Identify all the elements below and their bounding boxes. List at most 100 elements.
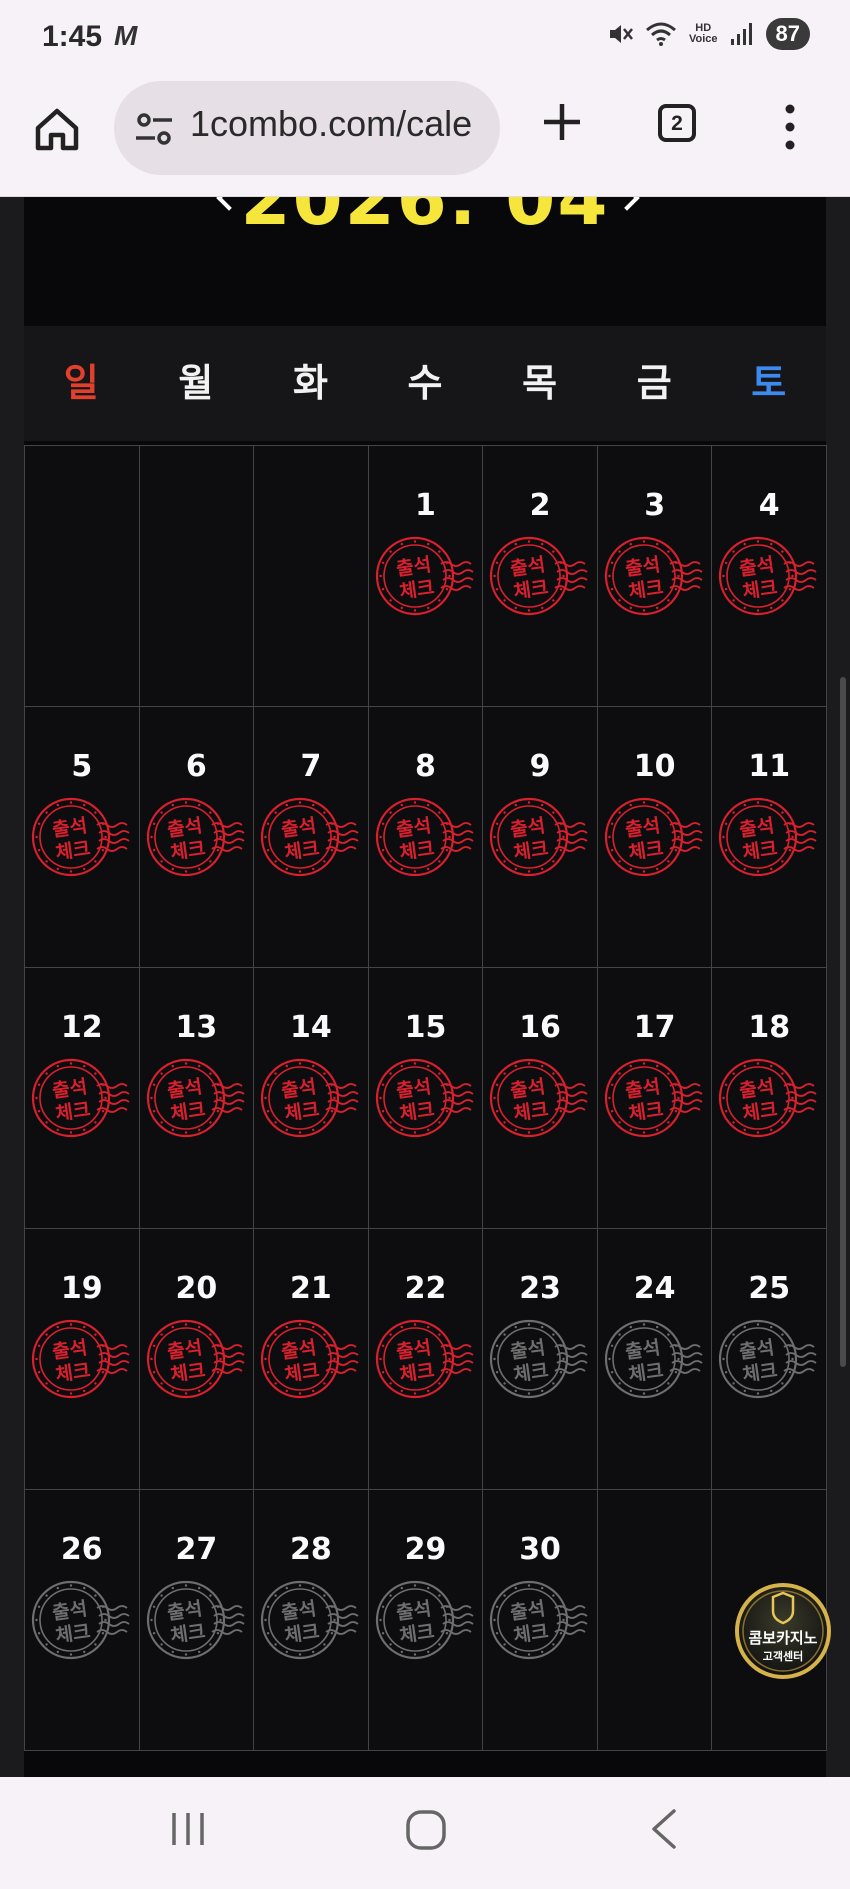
browser-toolbar: 1combo.com/cale 2 (0, 78, 850, 197)
calendar-day-cell[interactable]: 9 출석 체크 (483, 707, 598, 968)
stamp-text-line2: 체크 (512, 1621, 550, 1648)
calendar-day-cell[interactable]: 13 출석 체크 (139, 968, 255, 1229)
calendar-day-cell[interactable]: 20 출석 체크 (139, 1229, 255, 1490)
calendar-day-cell[interactable]: 19 출석 체크 (25, 1229, 140, 1490)
calendar-day-cell[interactable]: 10 출석 체크 (597, 707, 713, 968)
stamp-text-line2: 체크 (283, 838, 321, 865)
attendance-stamp-icon: 출석체크 (31, 1058, 130, 1138)
stamp-text-line2: 체크 (54, 1621, 92, 1648)
calendar-card: 2026. 04 일 월 화 수 목 금 토 1 출석 체크 2 출석 체크 3 출석 체크 4 출석 체크 5 출석… (24, 197, 827, 1777)
calendar-day-cell[interactable]: 14 출석 체크 (254, 968, 369, 1229)
calendar-day-cell[interactable]: 21 출석 체크 (254, 1229, 369, 1490)
calendar-day-cell[interactable]: 4 출석 체크 (712, 446, 827, 707)
url-text[interactable]: 1combo.com/cale (190, 103, 472, 145)
weekday-label: 월 (178, 361, 214, 405)
more-vert-icon[interactable] (780, 102, 800, 152)
calendar-day-cell[interactable]: 27 출석 체크 (139, 1490, 255, 1751)
address-bar[interactable]: 1combo.com/cale (114, 81, 500, 175)
day-number: 20 (175, 1271, 218, 1306)
attendance-stamp-icon: 출석체크 (719, 797, 817, 877)
calendar-day-cell[interactable]: 24 출석 체크 (597, 1229, 713, 1490)
stamp-text-line2: 체크 (627, 577, 665, 604)
calendar-day-cell[interactable]: 26 출석 체크 (25, 1490, 140, 1751)
stamp-text-line2: 체크 (283, 1621, 321, 1648)
day-number: 21 (290, 1271, 332, 1306)
hd-voice-icon: HD Voice (689, 23, 718, 45)
calendar-day-cell[interactable]: 6 출석 체크 (139, 707, 255, 968)
support-badge[interactable]: 콤보카지노 고객센터 (735, 1583, 831, 1679)
calendar-day-cell[interactable]: 25 출석 체크 (712, 1229, 827, 1490)
calendar-day-cell[interactable]: 8 출석 체크 (368, 707, 484, 968)
calendar-empty-cell (254, 446, 369, 707)
attendance-stamp-icon: 출석체크 (375, 536, 474, 616)
calendar-day-cell[interactable]: 17 출석 체크 (597, 968, 713, 1229)
day-number: 27 (175, 1532, 218, 1567)
tabs-button[interactable]: 2 (658, 104, 696, 142)
calendar-day-cell[interactable]: 29 출석 체크 (368, 1490, 484, 1751)
stamp-text-line2: 체크 (627, 838, 665, 865)
attendance-stamp-icon: 출석체크 (261, 1580, 359, 1660)
calendar-day-cell[interactable]: 15 출석 체크 (368, 968, 484, 1229)
weekday-label: 목 (522, 361, 558, 405)
battery-level: 87 (765, 18, 810, 50)
wifi-icon (646, 22, 676, 46)
stamp-text-line2: 체크 (398, 1099, 436, 1126)
attendance-stamp-icon: 출석체크 (719, 1319, 817, 1399)
signal-icon (730, 23, 752, 45)
attendance-stamp-icon: 출석체크 (261, 1058, 359, 1138)
calendar-day-cell[interactable]: 1 출석 체크 (368, 446, 484, 707)
attendance-stamp-icon: 출석체크 (375, 1580, 474, 1660)
attendance-stamp-icon: 출석체크 (375, 797, 474, 877)
attendance-stamp-icon: 출석체크 (719, 1058, 817, 1138)
attendance-stamp-icon: 출석체크 (604, 1319, 703, 1399)
calendar-day-cell[interactable]: 7 출석 체크 (254, 707, 369, 968)
attendance-stamp-icon: 출석체크 (31, 797, 130, 877)
calendar-day-cell[interactable]: 16 출석 체크 (483, 968, 598, 1229)
recents-icon[interactable] (168, 1809, 208, 1849)
day-number: 7 (300, 749, 322, 784)
attendance-stamp-icon: 출석체크 (604, 1058, 703, 1138)
calendar-day-cell[interactable]: 30 출석 체크 (483, 1490, 598, 1751)
day-number: 3 (644, 488, 666, 523)
calendar-day-cell[interactable]: 28 출석 체크 (254, 1490, 369, 1751)
home-icon[interactable] (32, 104, 82, 154)
stamp-text-line2: 체크 (742, 1099, 780, 1126)
attendance-stamp-icon: 출석체크 (146, 1319, 245, 1399)
voice-label: Voice (688, 33, 718, 45)
calendar-day-cell[interactable]: 18 출석 체크 (712, 968, 827, 1229)
attendance-stamp-icon: 출석체크 (604, 536, 703, 616)
day-number: 28 (290, 1532, 332, 1567)
day-number: 19 (60, 1271, 103, 1306)
day-number: 29 (404, 1532, 447, 1567)
calendar-day-cell[interactable]: 3 출석 체크 (597, 446, 713, 707)
calendar-empty-cell (25, 446, 140, 707)
day-number: 9 (529, 749, 551, 784)
calendar-day-cell[interactable]: 2 출석 체크 (483, 446, 598, 707)
stamp-text-line2: 체크 (512, 1099, 550, 1126)
stamp-text-line2: 체크 (742, 1360, 780, 1387)
attendance-stamp-icon: 출석체크 (31, 1319, 130, 1399)
weekday-label: 금 (636, 361, 672, 405)
calendar-day-cell[interactable]: 5 출석 체크 (25, 707, 140, 968)
calendar-day-cell[interactable]: 22 출석 체크 (368, 1229, 484, 1490)
calendar-day-cell[interactable]: 11 출석 체크 (712, 707, 827, 968)
attendance-stamp-icon: 출석체크 (146, 1058, 245, 1138)
attendance-stamp-icon: 출석체크 (490, 1319, 588, 1399)
back-icon[interactable] (648, 1807, 680, 1851)
stamp-text-line2: 체크 (398, 1360, 436, 1387)
stamp-text-line2: 체크 (627, 1360, 665, 1387)
scrollbar[interactable] (840, 677, 846, 1367)
day-number: 16 (519, 1010, 561, 1045)
stamp-text-line2: 체크 (742, 577, 780, 604)
calendar-day-cell[interactable]: 12 출석 체크 (25, 968, 140, 1229)
tune-icon[interactable] (134, 111, 174, 147)
day-number: 24 (633, 1271, 676, 1306)
stamp-text-line2: 체크 (627, 1099, 665, 1126)
day-number: 1 (415, 488, 436, 523)
home-nav-icon[interactable] (405, 1809, 447, 1851)
plus-icon[interactable] (540, 100, 584, 144)
calendar-day-cell[interactable]: 23 출석 체크 (483, 1229, 598, 1490)
stamp-text-line2: 체크 (169, 838, 207, 865)
page-content: 2026. 04 일 월 화 수 목 금 토 1 출석 체크 2 출석 체크 3 출석 체크 4 출석 체크 5 출석… (0, 197, 850, 1777)
status-icons: HD Voice 87 (607, 18, 810, 50)
